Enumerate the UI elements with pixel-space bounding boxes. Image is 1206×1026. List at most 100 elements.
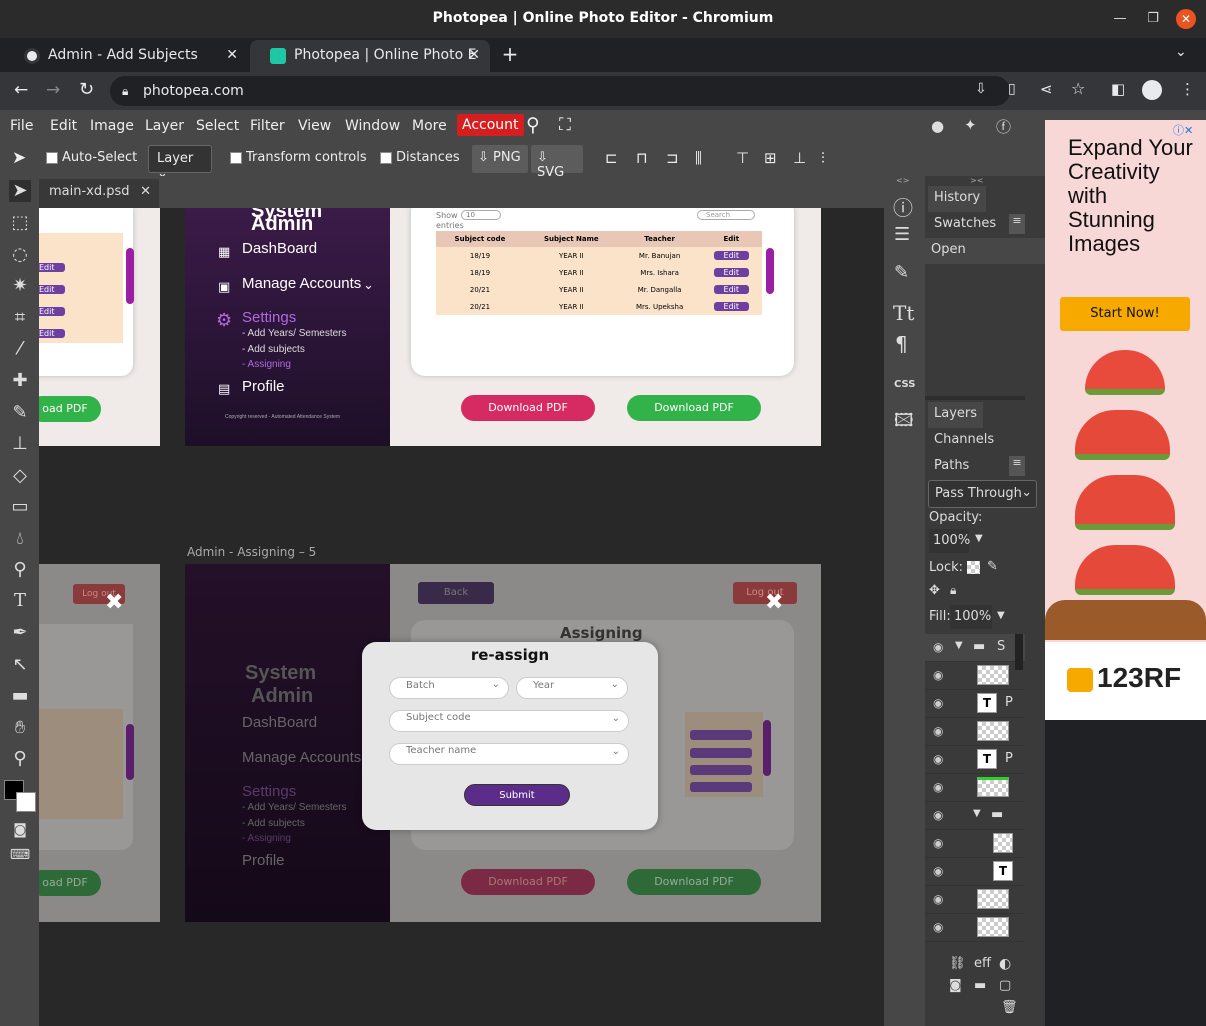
align-right-icon[interactable]: ⊐ xyxy=(666,149,679,167)
marquee-tool-icon[interactable]: ⬚ xyxy=(9,212,31,234)
edit-button[interactable]: Edit xyxy=(39,329,65,338)
menu-edit[interactable]: Edit xyxy=(50,118,77,134)
expand-arrow-icon[interactable]: ▼ xyxy=(955,640,963,651)
share-icon[interactable]: ⋖ xyxy=(1040,80,1053,98)
dodge-tool-icon[interactable]: ⚲ xyxy=(9,559,31,581)
layer-row-group[interactable]: ◉ ▼ ▬ S xyxy=(925,634,1025,662)
nav-manage-accounts[interactable]: Manage Accounts xyxy=(242,749,361,766)
eye-icon[interactable]: ◉ xyxy=(933,864,943,878)
blur-tool-icon[interactable]: 💧︎ xyxy=(9,528,31,550)
lock-transparency-icon[interactable] xyxy=(967,561,980,574)
subject-code-dropdown[interactable]: Subject code ⌄ xyxy=(389,710,629,732)
lasso-tool-icon[interactable]: ◌ xyxy=(9,244,31,266)
tab-close-icon[interactable]: ✕ xyxy=(226,40,238,70)
nav-dashboard[interactable]: DashBoard xyxy=(242,714,317,731)
canvas-area[interactable]: Edit Edit Edit Edit oad PDF System Admin… xyxy=(39,208,884,1026)
layer-row[interactable]: ◉ xyxy=(925,774,1025,802)
nav-sub-assigning[interactable]: - Assigning xyxy=(242,833,291,844)
layer-row-group[interactable]: ◉ ▼ ▬ xyxy=(925,802,1025,830)
fill-input[interactable]: 100% xyxy=(950,605,992,629)
nav-profile[interactable]: Profile xyxy=(242,378,285,395)
facebook-icon[interactable]: ⓕ xyxy=(996,116,1011,137)
eye-icon[interactable]: ◉ xyxy=(933,836,943,850)
nav-settings[interactable]: Settings xyxy=(242,783,296,800)
profile-avatar-icon[interactable] xyxy=(1142,80,1162,100)
new-tab-button[interactable]: + xyxy=(500,42,520,66)
css-icon[interactable]: CSS xyxy=(894,379,915,390)
layer-effects-label[interactable]: eff xyxy=(974,956,991,971)
twitter-icon[interactable]: ✦ xyxy=(964,116,977,134)
close-x-icon[interactable]: ✖ xyxy=(105,590,123,615)
menu-file[interactable]: File xyxy=(10,118,33,134)
nav-sub-subjects[interactable]: - Add subjects xyxy=(242,344,305,355)
magic-wand-icon[interactable]: ✷ xyxy=(9,275,31,297)
opacity-input[interactable]: 100% xyxy=(929,529,970,553)
fullscreen-icon[interactable]: ⛶ xyxy=(559,115,571,135)
advertisement[interactable]: ⓘ✕ Expand Your Creativity with Stunning … xyxy=(1045,120,1206,720)
trash-icon[interactable]: 🗑︎ xyxy=(1001,1000,1018,1015)
healing-brush-icon[interactable]: ✚ xyxy=(9,370,31,392)
panel-menu-icon[interactable]: ≡ xyxy=(1009,214,1025,234)
tab-photopea[interactable]: Photopea | Online Photo E ✕ xyxy=(250,40,490,72)
tab-channels[interactable]: Channels xyxy=(928,428,1000,454)
link-layers-icon[interactable]: ⛓ xyxy=(949,956,966,971)
export-png-button[interactable]: ⇩ PNG xyxy=(472,145,528,173)
edit-button[interactable] xyxy=(690,765,752,775)
edit-button[interactable]: Edit xyxy=(39,285,65,294)
paragraph-icon[interactable]: ¶ xyxy=(895,332,908,356)
eraser-tool-icon[interactable]: ◇ xyxy=(9,465,31,487)
search-icon[interactable]: ⚲ xyxy=(526,114,540,136)
eye-icon[interactable]: ◉ xyxy=(933,780,943,794)
fill-arrow-icon[interactable]: ▼ xyxy=(997,610,1005,621)
hand-tool-icon[interactable]: ✋︎ xyxy=(9,717,31,739)
keyboard-icon[interactable]: ⌨ xyxy=(9,844,31,866)
collapse-icon[interactable]: <> xyxy=(896,176,909,185)
nav-dashboard[interactable]: DashBoard xyxy=(242,240,317,257)
download-excel-button[interactable]: Download PDF xyxy=(627,869,761,895)
auto-select-checkbox[interactable] xyxy=(46,152,58,164)
nav-sub-years[interactable]: - Add Years/ Semesters xyxy=(242,328,347,339)
brush-tool-icon[interactable]: ✎ xyxy=(9,402,31,424)
window-close-button[interactable]: ✕ xyxy=(1176,9,1196,29)
omnibox[interactable]: 🔒︎ photopea.com xyxy=(110,76,1010,106)
layer-row[interactable]: ◉ xyxy=(925,886,1025,914)
submit-button[interactable]: Submit xyxy=(464,784,570,806)
layer-select-dropdown[interactable]: Layer ⌄ xyxy=(148,145,212,181)
history-item[interactable]: Open xyxy=(925,238,1045,264)
menu-window[interactable]: Window xyxy=(345,118,400,134)
edit-button[interactable]: Edit xyxy=(713,251,750,260)
background-color-swatch[interactable] xyxy=(16,792,36,812)
tab-search-icon[interactable]: ⌄ xyxy=(1175,44,1187,60)
nav-settings[interactable]: Settings xyxy=(242,309,296,326)
tab-admin-add-subjects[interactable]: Admin - Add Subjects ✕ xyxy=(4,40,248,72)
tab-paths[interactable]: Paths xyxy=(928,454,975,480)
opacity-arrow-icon[interactable]: ▼ xyxy=(975,533,983,544)
new-group-icon[interactable]: ▬ xyxy=(974,978,986,993)
layer-row[interactable]: ◉ xyxy=(925,718,1025,746)
edit-button[interactable] xyxy=(690,748,752,758)
eye-icon[interactable]: ◉ xyxy=(933,808,943,822)
nav-sub-assigning[interactable]: - Assigning xyxy=(242,359,291,370)
quick-mask-icon[interactable]: ◙ xyxy=(9,819,31,841)
browser-menu-icon[interactable]: ⋮ xyxy=(1180,80,1195,98)
layer-row[interactable]: ◉ xyxy=(925,830,1025,858)
eye-icon[interactable]: ◉ xyxy=(933,724,943,738)
nav-sub-years[interactable]: - Add Years/ Semesters xyxy=(242,802,347,813)
eye-icon[interactable]: ◉ xyxy=(933,640,943,654)
shape-tool-icon[interactable]: ▬ xyxy=(9,685,31,707)
transform-controls-checkbox[interactable] xyxy=(230,152,242,164)
align-top-icon[interactable]: ⊤ xyxy=(736,149,749,167)
menu-filter[interactable]: Filter xyxy=(250,118,285,134)
zoom-tool-icon[interactable]: ⚲ xyxy=(9,748,31,770)
brush-settings-icon[interactable]: ✎ xyxy=(894,262,909,283)
edit-button[interactable] xyxy=(690,730,752,740)
layer-row-text[interactable]: ◉ T P xyxy=(925,690,1025,718)
info-icon[interactable]: ⓘ xyxy=(893,192,913,221)
reload-icon[interactable]: ↻ xyxy=(79,79,94,100)
distances-checkbox[interactable] xyxy=(380,152,392,164)
eye-icon[interactable]: ◉ xyxy=(933,696,943,710)
reddit-icon[interactable]: ● xyxy=(931,117,944,135)
lock-all-icon[interactable]: 🔒︎ xyxy=(950,583,956,598)
lock-move-icon[interactable]: ✥ xyxy=(929,583,940,598)
layers-scrollbar[interactable] xyxy=(1015,634,1023,670)
